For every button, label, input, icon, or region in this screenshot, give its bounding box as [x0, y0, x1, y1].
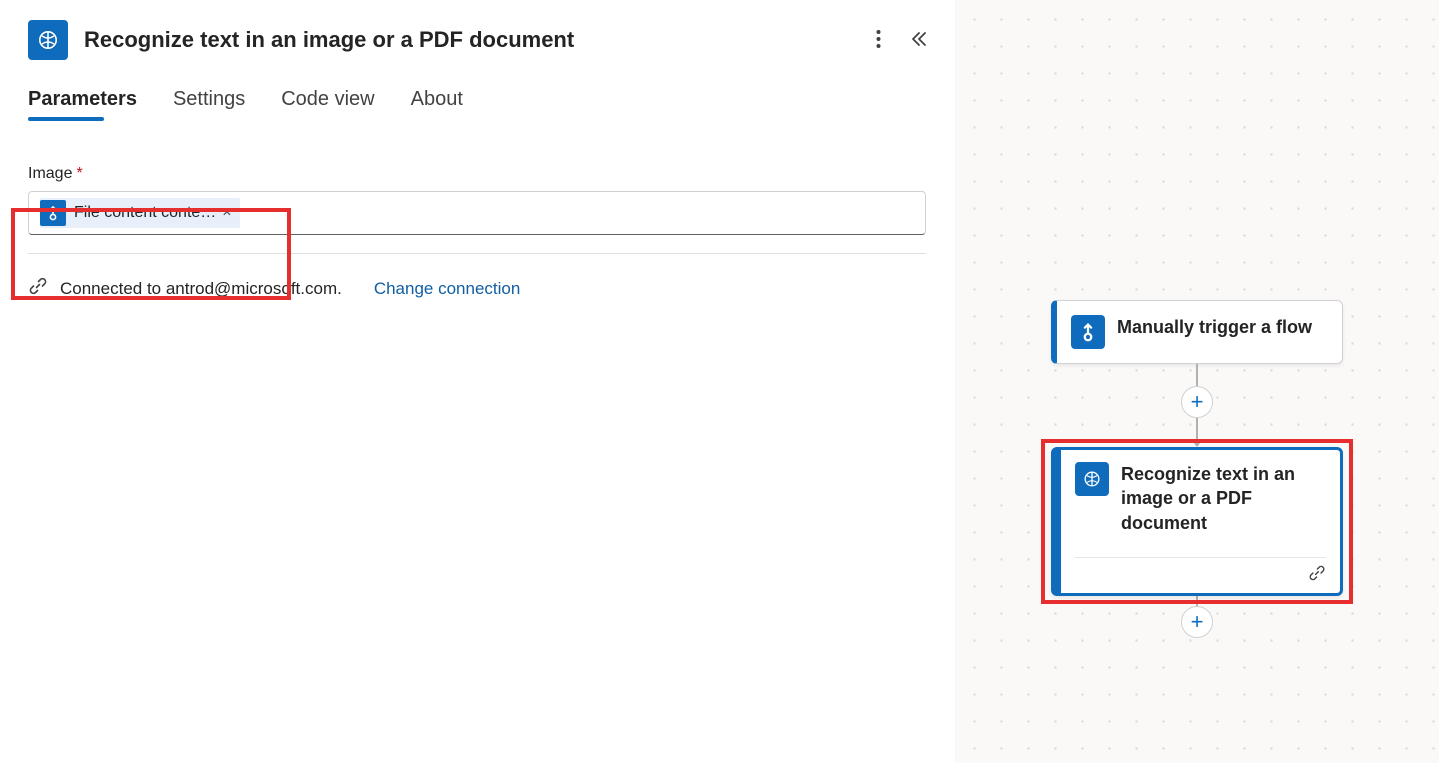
node-footer	[1075, 557, 1326, 585]
panel-header: Recognize text in an image or a PDF docu…	[28, 20, 927, 60]
flow-canvas[interactable]: Manually trigger a flow +	[955, 0, 1439, 763]
arrow-icon	[1191, 439, 1203, 447]
manual-trigger-icon	[1071, 315, 1105, 349]
plus-icon: +	[1191, 389, 1204, 415]
tab-code-view[interactable]: Code view	[281, 88, 374, 121]
node-title: Manually trigger a flow	[1117, 315, 1312, 349]
ai-builder-icon	[1075, 462, 1109, 496]
field-label-text: Image	[28, 165, 72, 183]
connection-icon	[28, 276, 48, 301]
node-recognize-text[interactable]: Recognize text in an image or a PDF docu…	[1051, 447, 1343, 596]
panel-tabs: Parameters Settings Code view About	[28, 88, 927, 121]
dynamic-content-token[interactable]: File content conte… ×	[40, 198, 240, 228]
connector	[1196, 596, 1198, 606]
tab-parameters[interactable]: Parameters	[28, 88, 137, 121]
connection-info: Connected to antrod@microsoft.com. Chang…	[28, 276, 927, 301]
flow-graph: Manually trigger a flow +	[1051, 300, 1343, 638]
required-asterisk: *	[76, 165, 82, 183]
node-title: Recognize text in an image or a PDF docu…	[1121, 462, 1326, 535]
connector	[1196, 364, 1198, 386]
change-connection-link[interactable]: Change connection	[374, 279, 521, 299]
trigger-token-icon	[40, 200, 66, 226]
connector	[1196, 418, 1198, 440]
panel-title: Recognize text in an image or a PDF docu…	[84, 27, 876, 53]
image-field-label: Image *	[28, 165, 927, 183]
image-field-section: Image * File content conte… ×	[28, 165, 927, 235]
connection-text: Connected to antrod@microsoft.com.	[60, 279, 342, 299]
collapse-panel-button[interactable]	[909, 30, 927, 51]
connection-icon	[1308, 564, 1326, 585]
action-config-panel: Recognize text in an image or a PDF docu…	[0, 0, 955, 763]
token-remove-button[interactable]: ×	[222, 204, 231, 222]
tab-settings[interactable]: Settings	[173, 88, 245, 121]
add-step-button[interactable]: +	[1181, 606, 1213, 638]
add-step-button[interactable]: +	[1181, 386, 1213, 418]
ai-builder-icon	[28, 20, 68, 60]
node-manual-trigger[interactable]: Manually trigger a flow	[1051, 300, 1343, 364]
image-input[interactable]: File content conte… ×	[28, 191, 926, 235]
section-divider	[28, 253, 926, 254]
tab-about[interactable]: About	[411, 88, 463, 121]
token-label: File content conte…	[74, 204, 216, 222]
plus-icon: +	[1191, 609, 1204, 635]
more-options-button[interactable]	[876, 29, 881, 52]
